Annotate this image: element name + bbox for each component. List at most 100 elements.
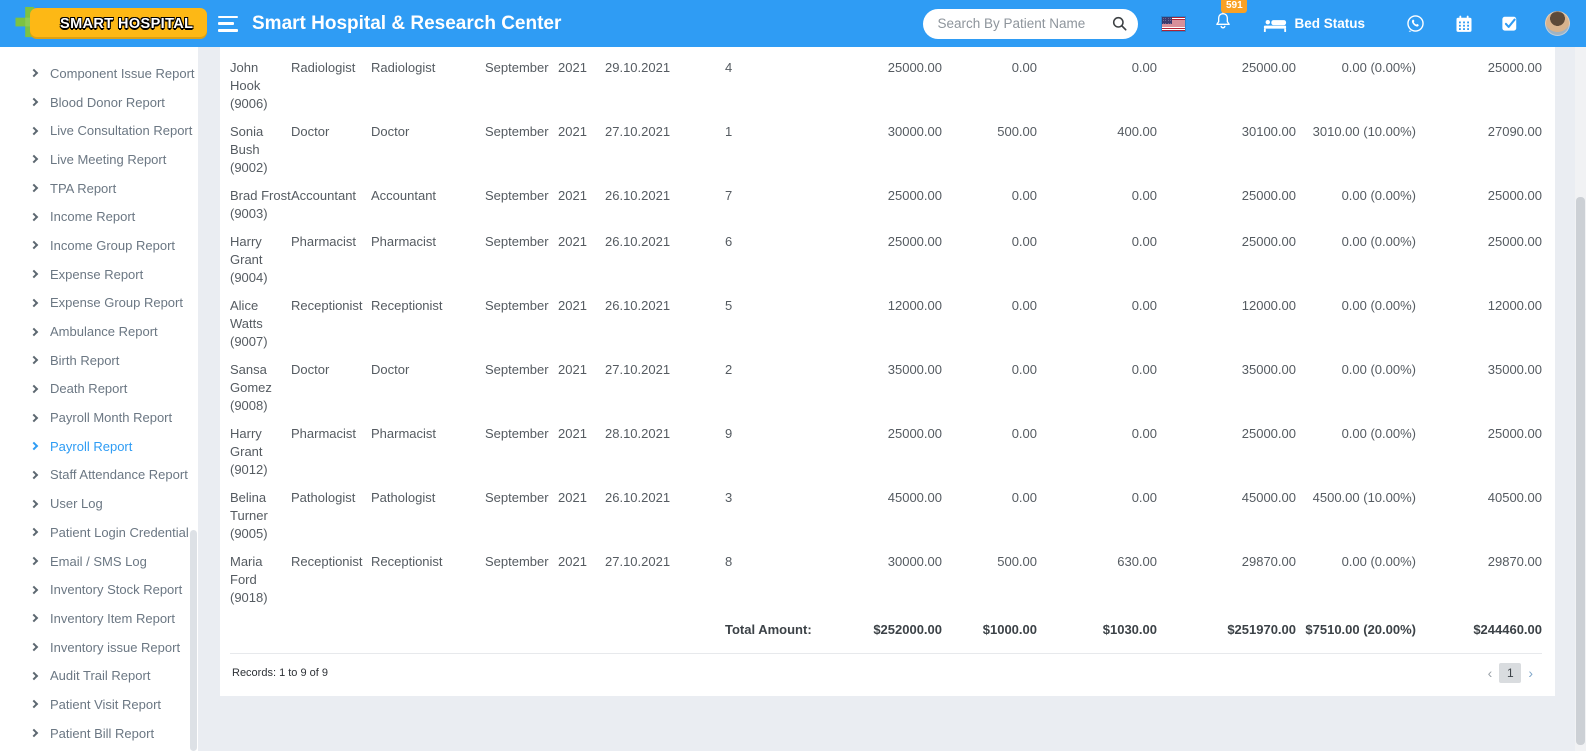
notifications-button[interactable]: 591 [1213,0,1248,37]
whatsapp-button[interactable] [1405,13,1426,34]
total-earning: $1000.00 [982,622,1037,637]
menu-toggle-icon[interactable] [218,15,238,32]
cell-year: 2021 [558,426,587,441]
sidebar-item-inventory-issue-report[interactable]: Inventory issue Report [0,633,198,662]
sidebar-item-staff-attendance-report[interactable]: Staff Attendance Report [0,461,198,490]
sidebar-item-expense-group-report[interactable]: Expense Group Report [0,289,198,318]
sidebar-item-patient-login-credential[interactable]: Patient Login Credential [0,518,198,547]
sidebar-item-patient-visit-report[interactable]: Patient Visit Report [0,690,198,719]
sidebar-item-label: Payroll Month Report [50,410,173,426]
cell-basic-salary: 25000.00 [887,426,942,441]
sidebar-item-expense-report[interactable]: Expense Report [0,260,198,289]
cell-basic-salary: 30000.00 [887,554,942,569]
cell-name: Belina Turner (9005) [230,490,268,541]
logo-pill: SMART HOSPITAL [30,8,208,39]
chevron-right-icon [29,355,39,365]
sidebar-item-label: Audit Trail Report [50,668,151,684]
sidebar-item-live-consultation-report[interactable]: Live Consultation Report [0,116,198,145]
chevron-right-icon [29,212,39,222]
sidebar-item-audit-trail-report[interactable]: Audit Trail Report [0,661,198,690]
sidebar-item-income-group-report[interactable]: Income Group Report [0,231,198,260]
sidebar-item-label: Birth Report [50,352,120,368]
sidebar-item-tpa-report[interactable]: TPA Report [0,174,198,203]
chevron-right-icon [29,69,39,78]
sidebar-item-death-report[interactable]: Death Report [0,375,198,404]
sidebar-item-payroll-month-report[interactable]: Payroll Month Report [0,403,198,432]
calendar-button[interactable] [1454,14,1474,34]
sidebar-scrollbar-thumb[interactable] [190,530,197,751]
chevron-right-icon [29,728,39,738]
cell-month: September [485,124,549,139]
cell-tax: 0.00 (0.00%) [1341,554,1416,569]
table-footer: Records: 1 to 9 of 9 ‹ 1 › [230,653,1542,696]
table-row: Belina Turner (9005) Pathologist Pathologi… [230,479,1542,543]
cell-designation: Receptionist [371,298,443,313]
table-row: Maria Ford (9018) Receptionist Receptionis… [230,543,1542,607]
check-square-icon [1502,16,1517,31]
sidebar-item-label: Email / SMS Log [50,553,147,569]
chevron-right-icon [29,327,39,336]
cell-year: 2021 [558,188,587,203]
chevron-right-icon [29,413,39,422]
sidebar-item-label: Live Consultation Report [50,123,193,139]
cell-month: September [485,298,549,313]
sidebar-item-inventory-stock-report[interactable]: Inventory Stock Report [0,575,198,604]
language-flag-icon[interactable] [1162,16,1186,31]
sidebar-item-label: Expense Group Report [50,295,183,311]
cell-payslip-no: 2 [725,362,733,377]
sidebar-item-label: Expense Report [50,266,144,282]
cell-tax: 0.00 (0.00%) [1341,426,1416,441]
page-number-button[interactable]: 1 [1499,663,1522,683]
cell-net-salary: 29870.00 [1487,554,1542,569]
sidebar-item-user-log[interactable]: User Log [0,489,198,518]
cell-role: Doctor [291,124,330,139]
chevron-right-icon [29,298,39,308]
cell-name: Maria Ford (9018) [230,554,268,605]
chevron-right-icon [29,700,39,709]
logo-text: SMART HOSPITAL [60,15,194,32]
cell-name: Brad Frost (9003) [230,188,291,221]
sidebar-item-email-sms-log[interactable]: Email / SMS Log [0,547,198,576]
total-gross-salary: $251970.00 [1227,622,1296,637]
cell-basic-salary: 25000.00 [887,234,942,249]
bed-status-button[interactable]: Bed Status [1263,15,1365,33]
sidebar-item-component-issue-report[interactable]: Component Issue Report [0,59,198,88]
cell-month: September [485,362,549,377]
records-count: Records: 1 to 9 of 9 [232,667,328,679]
cell-role: Receptionist [291,298,363,313]
prev-page-button[interactable]: ‹ [1481,664,1500,682]
sidebar-item-ambulance-report[interactable]: Ambulance Report [0,317,198,346]
cell-designation: Radiologist [371,60,436,75]
next-page-button[interactable]: › [1521,664,1540,682]
app-logo[interactable]: SMART HOSPITAL [0,0,208,47]
cell-net-salary: 25000.00 [1487,234,1542,249]
sidebar-item-payroll-report[interactable]: Payroll Report [0,432,198,461]
tasks-button[interactable] [1500,14,1519,33]
cell-earning: 0.00 [1011,234,1037,249]
cell-basic-salary: 25000.00 [887,188,942,203]
sidebar-item-label: User Log [50,496,103,512]
bed-status-label: Bed Status [1294,16,1365,31]
sidebar-item-income-report[interactable]: Income Report [0,202,198,231]
cell-deduction: 0.00 [1131,426,1157,441]
sidebar-item-inventory-item-report[interactable]: Inventory Item Report [0,604,198,633]
cell-designation: Doctor [371,124,410,139]
search-icon[interactable] [1111,15,1128,32]
sidebar-item-patient-bill-report[interactable]: Patient Bill Report [0,719,198,748]
cell-payslip-no: 5 [725,298,733,313]
sidebar-item-blood-donor-report[interactable]: Blood Donor Report [0,88,198,117]
sidebar-item-label: Patient Bill Report [50,725,155,741]
search-input[interactable] [937,16,1112,31]
sidebar-nav: Component Issue Report Blood Donor Report… [0,47,198,751]
page-scrollbar[interactable] [1575,47,1586,751]
sidebar-item-live-meeting-report[interactable]: Live Meeting Report [0,145,198,174]
sidebar-item-label: Component Issue Report [50,65,195,81]
cell-gross-salary: 12000.00 [1241,298,1296,313]
cell-date: 27.10.2021 [605,124,671,139]
cell-net-salary: 40500.00 [1487,490,1542,505]
chevron-right-icon [29,241,39,250]
user-avatar[interactable] [1545,11,1570,36]
page-scrollbar-thumb[interactable] [1576,197,1585,745]
cell-earning: 0.00 [1011,490,1037,505]
sidebar-item-birth-report[interactable]: Birth Report [0,346,198,375]
